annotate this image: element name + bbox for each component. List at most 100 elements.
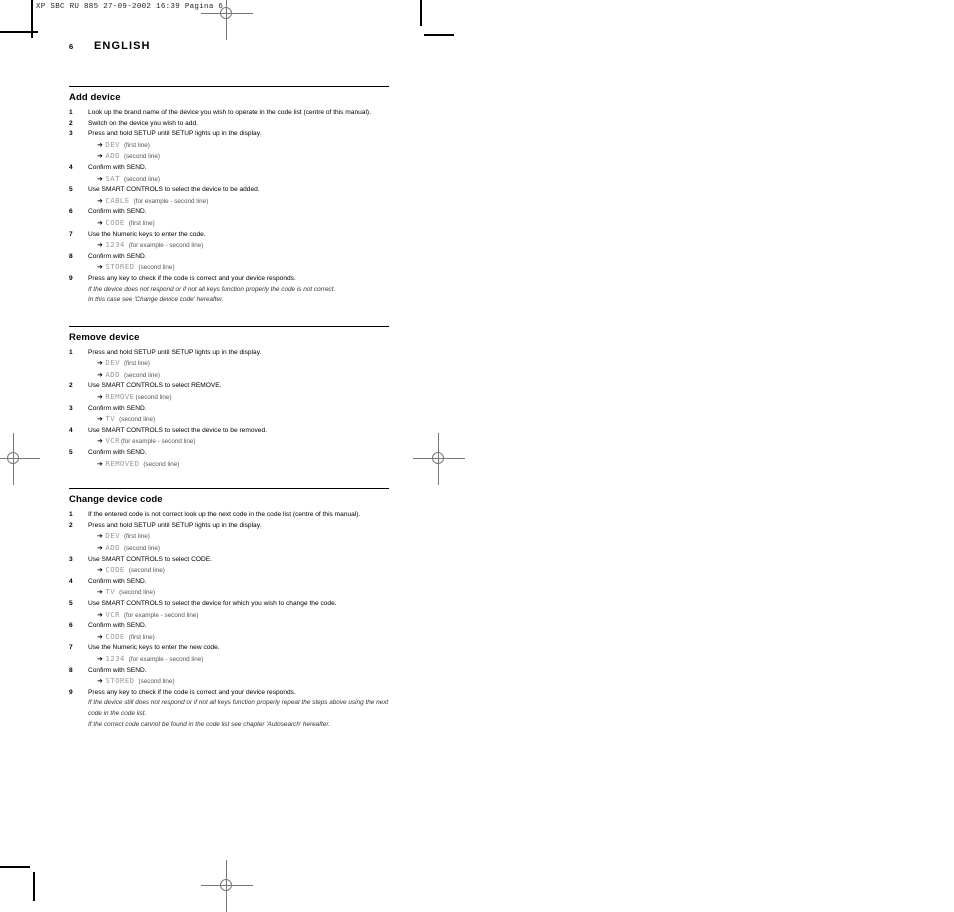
display-readout: ➜ DEV (first line) — [69, 140, 389, 152]
readout-line-note: (second line) — [138, 264, 175, 272]
numbered-step: 6 Confirm with SEND. — [69, 621, 389, 632]
readout-line-note: (for example - second line) — [123, 611, 199, 619]
numbered-step: 5 Use SMART CONTROLS to select the device… — [69, 185, 389, 196]
lcd-display-text: REMOVED — [105, 458, 140, 468]
step-text: Switch on the device you wish to add. — [88, 119, 198, 127]
step-text: Confirm with SEND. — [88, 449, 147, 457]
lcd-display-text: TV — [105, 414, 116, 424]
readout-line-note: (for example - second line) — [133, 197, 209, 205]
step-text: Use SMART CONTROLS to select the device … — [88, 186, 260, 194]
right-arrow-icon: ➜ — [97, 153, 103, 161]
readout-line-note: (for example - second line) — [128, 242, 204, 250]
step-text: Press and hold SETUP until SETUP lights … — [88, 521, 262, 529]
numbered-step: 4 Confirm with SEND. — [69, 163, 389, 174]
step-text: Press and hold SETUP until SETUP lights … — [88, 348, 262, 356]
right-arrow-icon: ➜ — [97, 371, 103, 379]
numbered-step: 8 Confirm with SEND. — [69, 252, 389, 263]
step-number: 8 — [69, 252, 73, 260]
numbered-step: 2 Press and hold SETUP until SETUP lights… — [69, 521, 389, 532]
readout-line-note: (second line) — [123, 371, 160, 379]
crop-mark-top-right-horizontal — [424, 34, 454, 36]
step-text: Use the Numeric keys to enter the code. — [88, 230, 206, 238]
lcd-display-text: ADD — [105, 543, 120, 552]
readout-line-note: (second line) — [135, 394, 172, 402]
step-number: 8 — [69, 666, 73, 674]
lcd-display-text: CODE — [105, 631, 125, 641]
right-arrow-icon: ➜ — [97, 360, 103, 368]
right-arrow-icon: ➜ — [97, 438, 103, 446]
step-text: Use SMART CONTROLS to select CODE. — [88, 555, 212, 563]
readout-line-note: (second line) — [143, 460, 180, 468]
display-readout: ➜ VCR (for example - second line) — [69, 436, 389, 448]
crop-mark-top-right-vertical — [420, 0, 422, 26]
step-text: Use SMART CONTROLS to select the device … — [88, 599, 337, 607]
numbered-step: 3 Confirm with SEND. — [69, 404, 389, 415]
step-text: Use SMART CONTROLS to select the device … — [88, 426, 267, 434]
registration-mark-bottom — [201, 860, 253, 912]
section-heading: Change device code — [69, 494, 163, 506]
readout-line-note: (second line) — [119, 589, 156, 597]
numbered-step: 9 Press any key to check if the code is c… — [69, 274, 389, 285]
italic-remark: If the correct code cannot be found in t… — [88, 720, 330, 728]
readout-line-note: (first line) — [123, 141, 150, 149]
lcd-display-text: ADD — [105, 369, 120, 379]
display-readout: ➜ DEV (first line) — [69, 531, 389, 543]
step-number: 2 — [69, 119, 73, 127]
step-number: 4 — [69, 577, 73, 585]
step-text: Confirm with SEND. — [88, 622, 147, 630]
display-readout: ➜ 1234 (for example - second line) — [69, 654, 389, 666]
step-text: Press and hold SETUP until SETUP lights … — [88, 130, 262, 138]
step-number: 9 — [69, 274, 73, 282]
step-text: Press any key to check if the code is co… — [88, 274, 296, 282]
readout-line-note: (first line) — [128, 219, 155, 227]
step-number: 2 — [69, 382, 73, 390]
step-text: Confirm with SEND. — [88, 666, 147, 674]
numbered-step: 1 Look up the brand name of the device yo… — [69, 108, 389, 119]
section-divider-rule — [69, 488, 389, 490]
running-head: 6 ENGLISH — [69, 40, 389, 52]
lcd-display-text: STORED — [105, 676, 135, 686]
manual-section: Add device 1 Look up the brand name of the… — [69, 86, 389, 306]
display-readout: ➜ REMOVE (second line) — [69, 392, 389, 404]
manual-section: Remove device 1 Press and hold SETUP until… — [69, 325, 389, 471]
lcd-display-text: DEV — [105, 139, 120, 149]
display-readout: ➜ 1234 (for example - second line) — [69, 240, 389, 252]
readout-line-note: (second line) — [128, 567, 165, 575]
lcd-display-text: 1234 — [105, 240, 125, 250]
step-number: 3 — [69, 404, 73, 412]
numbered-step: 2 Use SMART CONTROLS to select REMOVE. — [69, 381, 389, 392]
step-text: Use SMART CONTROLS to select REMOVE. — [88, 382, 222, 390]
right-arrow-icon: ➜ — [97, 242, 103, 250]
lcd-display-text: 1234 — [105, 653, 125, 663]
numbered-step: 4 Confirm with SEND. — [69, 577, 389, 588]
lcd-display-text: VCR — [105, 436, 120, 446]
step-number: 7 — [69, 644, 73, 652]
right-arrow-icon: ➜ — [97, 678, 103, 686]
right-arrow-icon: ➜ — [97, 416, 103, 424]
italic-remark: If the device still does not respond or … — [88, 699, 389, 717]
display-readout: ➜ CODE (first line) — [69, 218, 389, 230]
lcd-display-text: SAT — [105, 173, 120, 183]
readout-line-note: (second line) — [138, 678, 175, 686]
page-number: 6 — [69, 42, 74, 51]
step-text: Confirm with SEND. — [88, 208, 147, 216]
section-heading: Add device — [69, 92, 121, 103]
lcd-display-text: VCR — [105, 609, 120, 619]
crop-mark-bottom-left-horizontal — [0, 866, 30, 868]
right-arrow-icon: ➜ — [97, 655, 103, 663]
step-text: Press any key to check if the code is co… — [88, 688, 296, 696]
crop-mark-bottom-left-vertical — [33, 872, 35, 901]
lcd-display-text: CABLE — [105, 195, 130, 205]
lcd-display-text: CODE — [105, 565, 125, 575]
step-text: Confirm with SEND. — [88, 163, 147, 171]
display-readout: ➜ VCR (for example - second line) — [69, 610, 389, 622]
display-readout: ➜ STORED (second line) — [69, 676, 389, 688]
readout-line-note: (for example - second line) — [128, 655, 204, 663]
italic-remark: If the device does not respond or if not… — [88, 285, 336, 293]
manual-section: Change device code 1 If the entered code i… — [69, 488, 389, 730]
display-readout: ➜ TV (second line) — [69, 587, 389, 599]
lcd-display-text: CODE — [105, 217, 125, 227]
display-readout: ➜ ADD (second line) — [69, 370, 389, 382]
page-content: 6 ENGLISH Add device 1 Look up the brand n… — [69, 40, 389, 730]
italic-remark: In this case see 'Change device code' he… — [88, 296, 224, 304]
